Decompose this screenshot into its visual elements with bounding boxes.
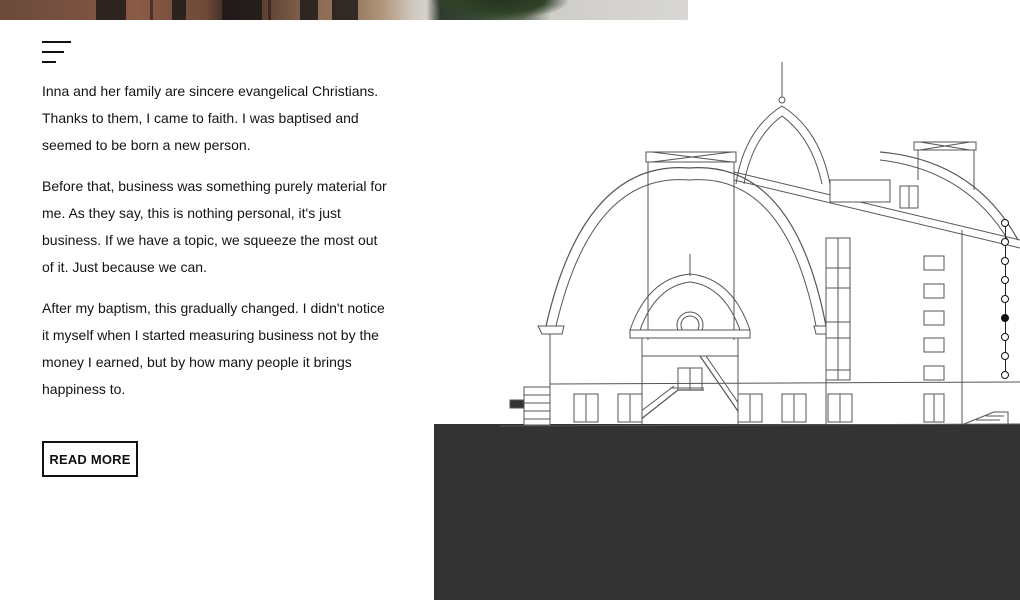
story-text: Inna and her family are sincere evangeli… (42, 78, 392, 417)
header-photo-strip (0, 0, 688, 20)
story-paragraph-1: Inna and her family are sincere evangeli… (42, 83, 379, 153)
pagination-dot-1[interactable] (1001, 219, 1009, 227)
pagination-dot-9[interactable] (1001, 371, 1009, 379)
pagination-dot-4[interactable] (1001, 276, 1009, 284)
page: Inna and her family are sincere evangeli… (0, 0, 1020, 600)
pagination-dot-5[interactable] (1001, 295, 1009, 303)
story-paragraph-3: After my baptism, this gradually changed… (42, 300, 385, 397)
read-more-button[interactable]: READ MORE (42, 441, 138, 477)
pagination-dot-2[interactable] (1001, 238, 1009, 246)
ground-block (434, 424, 1020, 600)
hamburger-menu-icon[interactable] (42, 40, 72, 64)
pagination-dot-6[interactable] (1001, 314, 1009, 322)
pagination-dot-8[interactable] (1001, 352, 1009, 360)
pagination-dot-3[interactable] (1001, 257, 1009, 265)
story-paragraph-2: Before that, business was something pure… (42, 178, 387, 275)
pagination-dot-7[interactable] (1001, 333, 1009, 341)
church-illustration (434, 40, 1020, 435)
slide-pagination (1001, 219, 1011, 381)
